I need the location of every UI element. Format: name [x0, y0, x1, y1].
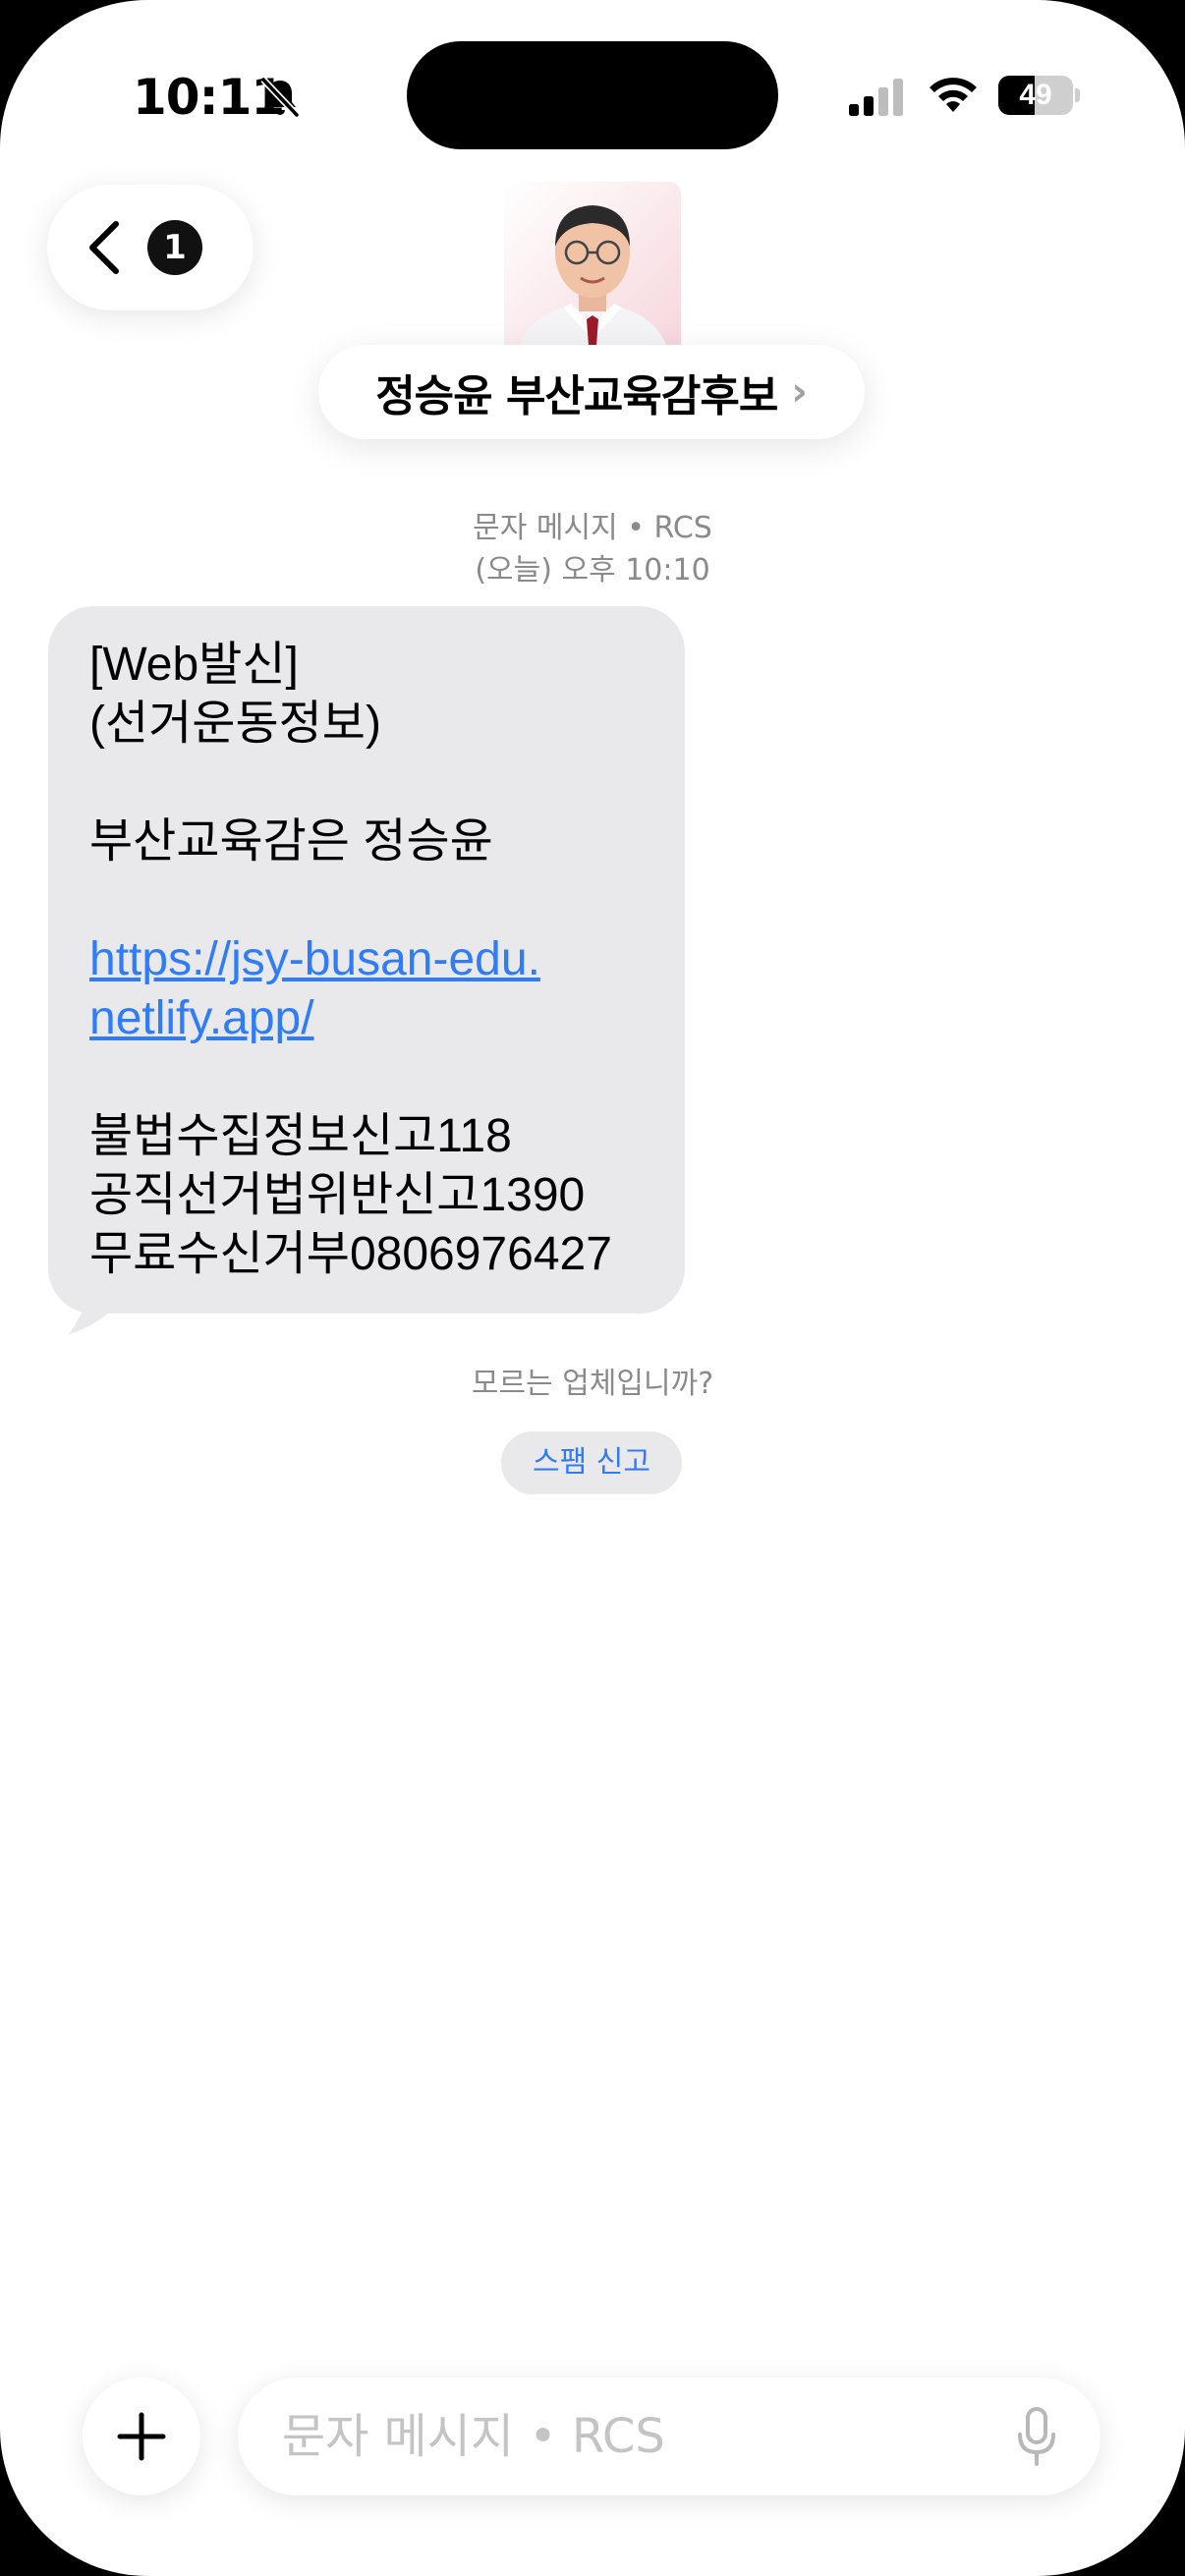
microphone-icon[interactable] [1016, 2407, 1057, 2466]
message-link-continued[interactable]: netlify.app/ [89, 989, 665, 1048]
message-input[interactable]: 문자 메시지 • RCS [238, 2378, 1100, 2495]
unknown-sender-question: 모르는 업체입니까? [471, 1367, 714, 1401]
dynamic-island [407, 41, 778, 149]
message-link[interactable]: https://jsy-busan-edu. [89, 930, 665, 989]
battery-percent: 49 [1019, 79, 1052, 111]
plus-icon [117, 2412, 166, 2461]
incoming-message-bubble[interactable]: [Web발신] (선거운동정보) 부산교육감은 정승윤 https://jsy-… [48, 606, 685, 1314]
message-link-part: netlify.app/ [89, 992, 314, 1044]
contact-photo [504, 182, 681, 359]
message-line: 불법수집정보신고118 [89, 1110, 512, 1162]
wifi-icon [930, 78, 977, 112]
message-line: 공직선거법위반신고1390 [89, 1169, 586, 1221]
message-link-part: https://jsy-busan-edu. [89, 933, 540, 985]
cellular-signal-icon [849, 79, 903, 116]
report-spam-button[interactable]: 스팸 신고 [501, 1431, 682, 1494]
message-line: (선거운동정보) [89, 698, 381, 750]
message-timestamp: (오늘) 오후 10:10 [475, 553, 710, 588]
contact-avatar[interactable] [504, 182, 681, 359]
unread-count-badge: 1 [147, 220, 202, 275]
message-line: 무료수신거부0806976427 [89, 1228, 612, 1280]
chevron-right-icon: › [791, 369, 808, 415]
chevron-left-icon [89, 221, 119, 274]
messages-screen: 10:11 49 1 정승윤 부산교육감후보 › 문자 메시지 • RCS (오… [0, 0, 1185, 2576]
message-text: [Web발신] (선거운동정보) 부산교육감은 정승윤 https://jsy-… [89, 636, 665, 1284]
message-service-label: 문자 메시지 • RCS [473, 511, 712, 545]
message-input-placeholder: 문자 메시지 • RCS [282, 2409, 665, 2464]
contact-name-button[interactable]: 정승윤 부산교육감후보 › [318, 345, 865, 439]
message-line: [Web발신] [89, 639, 299, 691]
back-button[interactable]: 1 [47, 185, 254, 310]
add-attachment-button[interactable] [83, 2378, 200, 2495]
battery-indicator: 49 [998, 76, 1080, 115]
message-line: 부산교육감은 정승윤 [89, 815, 493, 868]
contact-name: 정승윤 부산교육감후보 [375, 371, 778, 421]
bell-slash-icon [260, 77, 300, 118]
